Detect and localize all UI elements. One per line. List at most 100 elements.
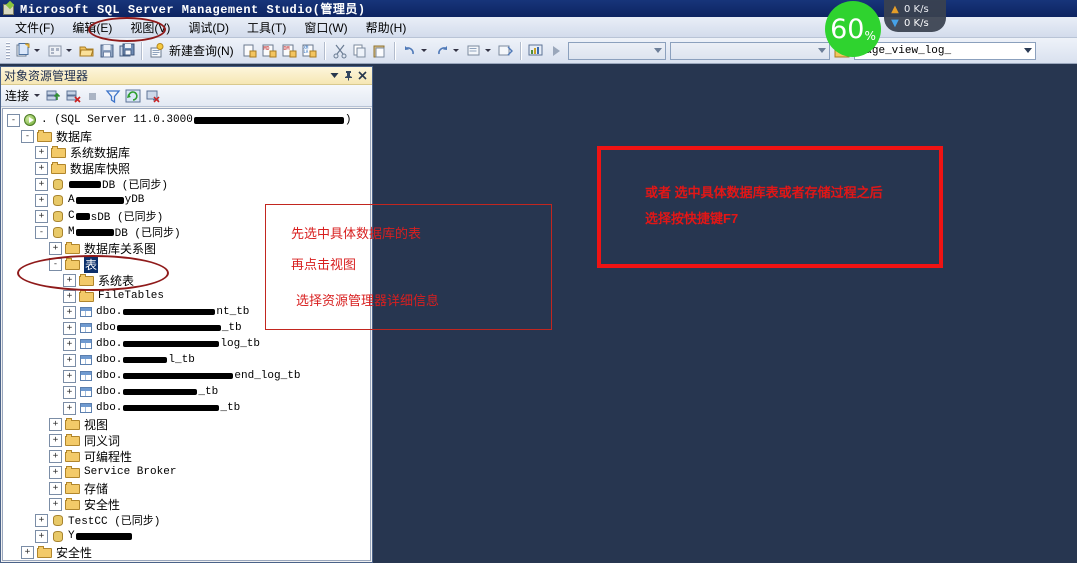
close-icon[interactable] — [355, 69, 369, 83]
chevron-down-icon[interactable] — [452, 49, 459, 52]
tree-expander[interactable]: + — [49, 433, 62, 447]
tree-expander[interactable]: + — [63, 337, 76, 351]
toolbar-grip[interactable] — [6, 42, 10, 59]
run-button[interactable] — [546, 40, 566, 62]
pin-icon[interactable] — [341, 69, 355, 83]
tree-expander[interactable]: + — [35, 529, 48, 543]
tree-expander[interactable]: - — [21, 129, 34, 143]
tree-node[interactable]: + Y — [7, 528, 370, 544]
copy-button[interactable] — [350, 40, 370, 62]
new-project-button[interactable] — [13, 40, 45, 62]
tree-expander[interactable]: + — [35, 161, 48, 175]
sync-with-editor-button[interactable] — [143, 85, 163, 107]
menu-tools[interactable]: 工具(T) — [238, 17, 295, 38]
tree-node[interactable]: + 同义词 — [7, 432, 370, 448]
tree-expander[interactable]: + — [63, 369, 76, 383]
chevron-down-icon[interactable] — [66, 49, 72, 52]
paste-button[interactable] — [370, 40, 390, 62]
toolbar-combo-mid[interactable] — [669, 41, 830, 60]
menu-debug[interactable]: 调试(D) — [179, 17, 238, 38]
undo-button[interactable] — [400, 40, 432, 62]
tree-expander[interactable]: + — [35, 193, 48, 207]
chevron-down-icon[interactable] — [34, 94, 41, 97]
tree-expander[interactable]: + — [63, 385, 76, 399]
tree-expander[interactable]: + — [35, 177, 48, 191]
refresh-button[interactable] — [123, 85, 143, 107]
tree-node[interactable]: + dbo. log_tb — [7, 336, 370, 352]
uncomment-button[interactable] — [496, 40, 516, 62]
redaction-mark — [75, 228, 114, 236]
tree-expander[interactable]: + — [49, 449, 62, 463]
tree-expander[interactable]: + — [35, 145, 48, 159]
open-file-button[interactable] — [77, 40, 97, 62]
tree-expander[interactable]: - — [7, 113, 20, 127]
mdx-query-button[interactable]: MD — [260, 40, 280, 62]
new-item-button[interactable] — [45, 40, 77, 62]
tree-node[interactable]: + 数据库快照 — [7, 160, 370, 176]
tree-node[interactable]: + dbo. _tb — [7, 384, 370, 400]
tree-node[interactable]: + dbo. l_tb — [7, 352, 370, 368]
tree-node[interactable]: - . (SQL Server 11.0.3000 ) — [7, 112, 370, 128]
save-all-button[interactable] — [117, 40, 137, 62]
database-icon — [51, 530, 65, 543]
chevron-down-icon[interactable] — [651, 43, 665, 59]
chevron-down-icon[interactable] — [420, 49, 427, 52]
network-speed-widget[interactable]: ▲ 0 K/s ▼ 0 K/s — [884, 0, 946, 32]
comment-button[interactable] — [464, 40, 496, 62]
redaction-mark — [123, 341, 220, 347]
tree-node[interactable]: - 数据库 — [7, 128, 370, 144]
tree-node[interactable]: + Service Broker — [7, 464, 370, 480]
tree-expander[interactable]: + — [49, 241, 62, 255]
chart-button[interactable] — [526, 40, 546, 62]
cpu-usage-gauge[interactable]: 60 % — [825, 1, 881, 57]
tree-node[interactable]: + 安全性 — [7, 496, 370, 512]
tree-expander[interactable]: + — [35, 209, 48, 223]
cut-button[interactable] — [330, 40, 350, 62]
tree-expander[interactable]: + — [49, 481, 62, 495]
connect-button[interactable] — [43, 85, 63, 107]
dmx-query-button[interactable]: DM — [280, 40, 300, 62]
tree-node[interactable]: + dbo. _tb — [7, 400, 370, 416]
tree-node[interactable]: + dbo. end_log_tb — [7, 368, 370, 384]
tree-node[interactable]: + 视图 — [7, 416, 370, 432]
disconnect-button[interactable] — [63, 85, 83, 107]
toolbar-combo-left[interactable] — [567, 41, 666, 60]
tree-expander[interactable]: + — [49, 465, 62, 479]
tree-node[interactable]: + 存储 — [7, 480, 370, 496]
chevron-down-icon[interactable] — [34, 49, 40, 52]
tree-node[interactable]: + 安全性 — [7, 544, 370, 560]
object-explorer-tree-container[interactable]: -. (SQL Server 11.0.3000 ) - 数据库 + 系统数据库 + 数据库… — [2, 108, 371, 561]
menu-help[interactable]: 帮助(H) — [357, 17, 416, 38]
tree-node[interactable]: + DB (已同步) — [7, 176, 370, 192]
tree-expander[interactable]: + — [63, 321, 76, 335]
object-name-combo[interactable]: page_view_log_ — [853, 41, 1036, 60]
chevron-down-icon[interactable] — [484, 49, 491, 52]
tree-expander[interactable]: - — [35, 225, 48, 239]
redaction-mark — [123, 389, 198, 395]
tree-expander[interactable]: + — [63, 289, 76, 303]
filter-button[interactable] — [103, 85, 123, 107]
redo-button[interactable] — [432, 40, 464, 62]
tree-expander[interactable]: + — [21, 545, 34, 559]
menu-window[interactable]: 窗口(W) — [295, 17, 356, 38]
tree-expander[interactable]: + — [63, 353, 76, 367]
menu-file[interactable]: 文件(F) — [6, 17, 63, 38]
save-button[interactable] — [97, 40, 117, 62]
stop-button[interactable] — [83, 85, 103, 107]
chevron-down-icon[interactable] — [815, 43, 829, 59]
xmla-query-button[interactable]: XM LA — [300, 40, 320, 62]
tree-expander[interactable]: + — [49, 497, 62, 511]
tree-node[interactable]: + TestCC (已同步) — [7, 512, 370, 528]
tree-expander[interactable]: + — [35, 513, 48, 527]
tree-node[interactable]: + 系统数据库 — [7, 144, 370, 160]
chevron-down-icon[interactable] — [327, 69, 341, 83]
undo-icon — [402, 43, 418, 59]
connect-label[interactable]: 连接 — [5, 87, 31, 104]
tree-expander[interactable]: + — [63, 305, 76, 319]
tree-expander[interactable]: + — [49, 417, 62, 431]
new-query-button[interactable]: 新建查询(N) — [147, 40, 240, 62]
database-engine-query-button[interactable] — [240, 40, 260, 62]
chevron-down-icon[interactable] — [1021, 43, 1035, 59]
tree-expander[interactable]: + — [63, 401, 76, 415]
tree-node[interactable]: + 可编程性 — [7, 448, 370, 464]
